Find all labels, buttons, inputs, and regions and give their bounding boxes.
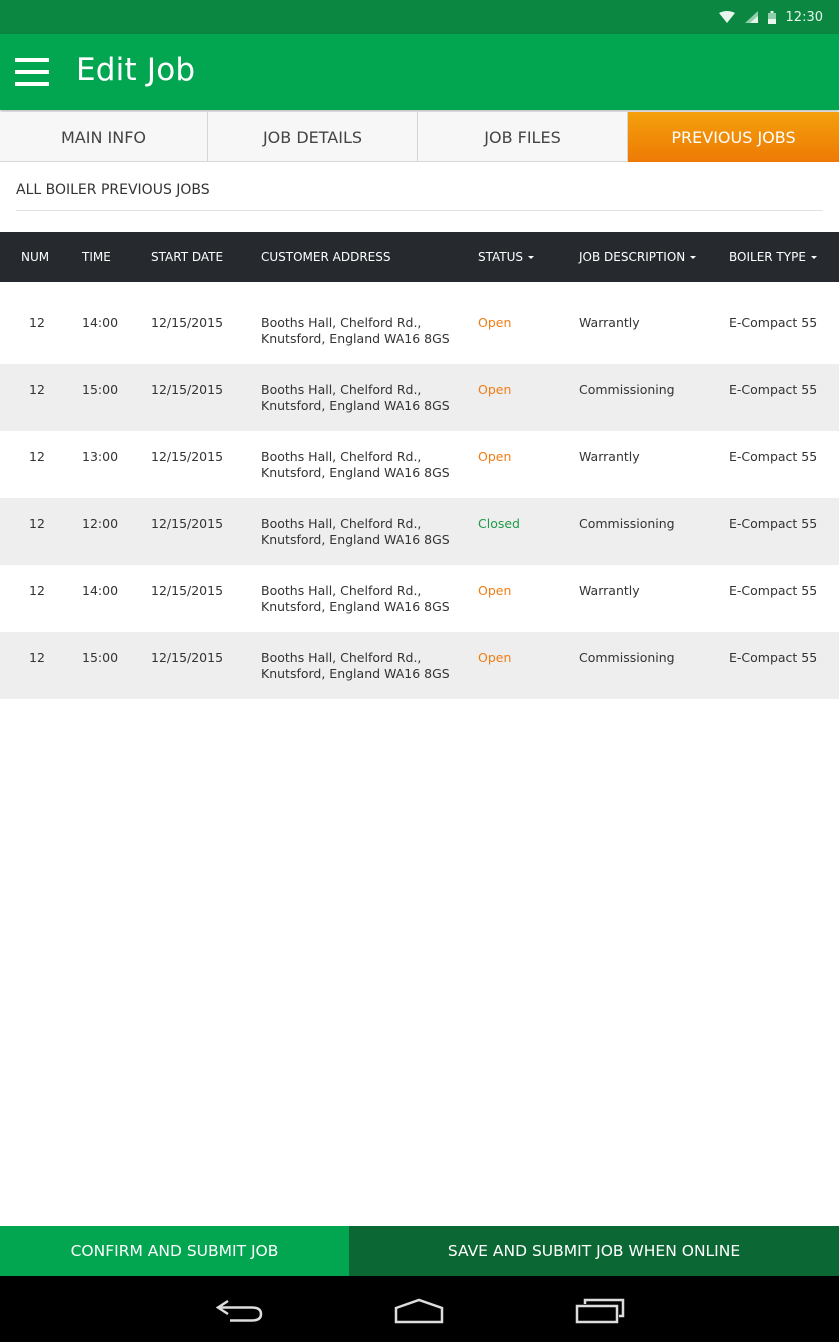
tab-main-info[interactable]: MAIN INFO [0,112,208,162]
cell-boiler-type: E-Compact 55 [729,650,818,665]
cell-customer-address: Booths Hall, Chelford Rd., Knutsford, Eng… [261,583,450,615]
cell-start-date: 12/15/2015 [151,650,224,665]
cell-boiler-type: E-Compact 55 [729,583,818,598]
confirm-and-submit-job-button[interactable]: CONFIRM AND SUBMIT JOB [0,1226,349,1276]
cell-num: 12 [29,382,45,397]
cell-job-description: Commissioning [579,650,675,665]
address-line: Knutsford, England WA16 8GS [261,599,450,614]
cell-boiler-type: E-Compact 55 [729,516,818,531]
cell-start-date: 12/15/2015 [151,583,224,598]
cell-start-date: 12/15/2015 [151,315,224,330]
cell-status: Closed [478,516,520,531]
table-row[interactable]: 12 14:00 12/15/2015 Booths Hall, Chelford R… [0,297,839,364]
tab-job-files[interactable]: JOB FILES [418,112,628,162]
cell-customer-address: Booths Hall, Chelford Rd., Knutsford, Eng… [261,449,450,481]
status-icons: 12:30 [718,0,823,34]
sort-caret-icon [528,255,535,259]
app-bar: Edit Job [0,34,839,110]
cell-status: Open [478,650,512,665]
address-line: Booths Hall, Chelford Rd., [261,650,422,665]
cell-boiler-type: E-Compact 55 [729,315,818,330]
cell-num: 12 [29,650,45,665]
address-line: Knutsford, England WA16 8GS [261,398,450,413]
address-line: Knutsford, England WA16 8GS [261,666,450,681]
page-title: Edit Job [76,52,196,88]
cell-start-date: 12/15/2015 [151,516,224,531]
address-line: Knutsford, England WA16 8GS [261,532,450,547]
table-row[interactable]: 12 15:00 12/15/2015 Booths Hall, Chelford R… [0,632,839,699]
cell-boiler-type: E-Compact 55 [729,449,818,464]
cell-num: 12 [29,449,45,464]
address-line: Knutsford, England WA16 8GS [261,465,450,480]
cell-customer-address: Booths Hall, Chelford Rd., Knutsford, Eng… [261,650,450,682]
section-divider [16,210,823,211]
tab-bar: MAIN INFO JOB DETAILS JOB FILES PREVIOUS… [0,112,839,162]
cell-time: 12:00 [82,516,119,531]
address-line: Booths Hall, Chelford Rd., [261,583,422,598]
column-header-num: NUM [21,250,50,264]
cell-customer-address: Booths Hall, Chelford Rd., Knutsford, Eng… [261,516,450,548]
cell-customer-address: Booths Hall, Chelford Rd., Knutsford, Eng… [261,315,450,347]
cell-status: Open [478,449,512,464]
address-line: Booths Hall, Chelford Rd., [261,382,422,397]
cell-time: 13:00 [82,449,119,464]
status-bar: 12:30 [0,0,839,34]
table-row[interactable]: 12 14:00 12/15/2015 Booths Hall, Chelford R… [0,565,839,632]
cell-status: Open [478,315,512,330]
cell-status: Open [478,382,512,397]
table-row[interactable]: 12 13:00 12/15/2015 Booths Hall, Chelford R… [0,431,839,498]
column-header-boiler-type[interactable]: BOILER TYPE [729,232,817,282]
column-header-job-description[interactable]: JOB DESCRIPTION [579,232,697,282]
cell-num: 12 [29,516,45,531]
table-row[interactable]: 12 12:00 12/15/2015 Booths Hall, Chelford R… [0,498,839,565]
save-and-submit-when-online-button[interactable]: SAVE AND SUBMIT JOB WHEN ONLINE [349,1226,839,1276]
table-header: NUM TIME START DATE CUSTOMER ADDRESS STA… [0,232,839,282]
address-line: Booths Hall, Chelford Rd., [261,516,422,531]
cell-job-description: Commissioning [579,382,675,397]
cell-num: 12 [29,583,45,598]
address-line: Booths Hall, Chelford Rd., [261,315,422,330]
wifi-icon [718,11,735,23]
address-line: Knutsford, England WA16 8GS [261,331,450,346]
table-row[interactable]: 12 15:00 12/15/2015 Booths Hall, Chelford R… [0,364,839,431]
battery-icon [767,10,776,24]
back-icon[interactable] [214,1298,264,1324]
cell-time: 14:00 [82,583,119,598]
cell-num: 12 [29,315,45,330]
recent-apps-icon[interactable] [575,1298,625,1324]
signal-icon [744,11,758,23]
cell-boiler-type: E-Compact 55 [729,382,818,397]
cell-time: 14:00 [82,315,119,330]
sort-caret-icon [810,255,817,259]
cell-job-description: Warrantly [579,449,640,464]
hamburger-menu-icon[interactable] [15,58,49,86]
status-time: 12:30 [785,9,823,25]
home-icon[interactable] [393,1298,445,1324]
cell-job-description: Commissioning [579,516,675,531]
column-header-start-date: START DATE [151,250,224,264]
column-header-customer-address: CUSTOMER ADDRESS [261,250,391,264]
cell-customer-address: Booths Hall, Chelford Rd., Knutsford, Eng… [261,382,450,414]
cell-start-date: 12/15/2015 [151,449,224,464]
cell-status: Open [478,583,512,598]
address-line: Booths Hall, Chelford Rd., [261,449,422,464]
system-nav-bar [0,1276,839,1342]
cell-job-description: Warrantly [579,583,640,598]
sort-caret-icon [690,255,697,259]
cell-start-date: 12/15/2015 [151,382,224,397]
tab-job-details[interactable]: JOB DETAILS [208,112,418,162]
column-header-status[interactable]: STATUS [478,232,535,282]
table-body: 12 14:00 12/15/2015 Booths Hall, Chelford R… [0,297,839,699]
section-title: ALL BOILER PREVIOUS JOBS [16,182,210,198]
tab-previous-jobs[interactable]: PREVIOUS JOBS [628,112,839,162]
cell-time: 15:00 [82,382,119,397]
previous-jobs-table: NUM TIME START DATE CUSTOMER ADDRESS STA… [0,232,839,699]
cell-time: 15:00 [82,650,119,665]
column-header-time: TIME [82,250,111,264]
cell-job-description: Warrantly [579,315,640,330]
